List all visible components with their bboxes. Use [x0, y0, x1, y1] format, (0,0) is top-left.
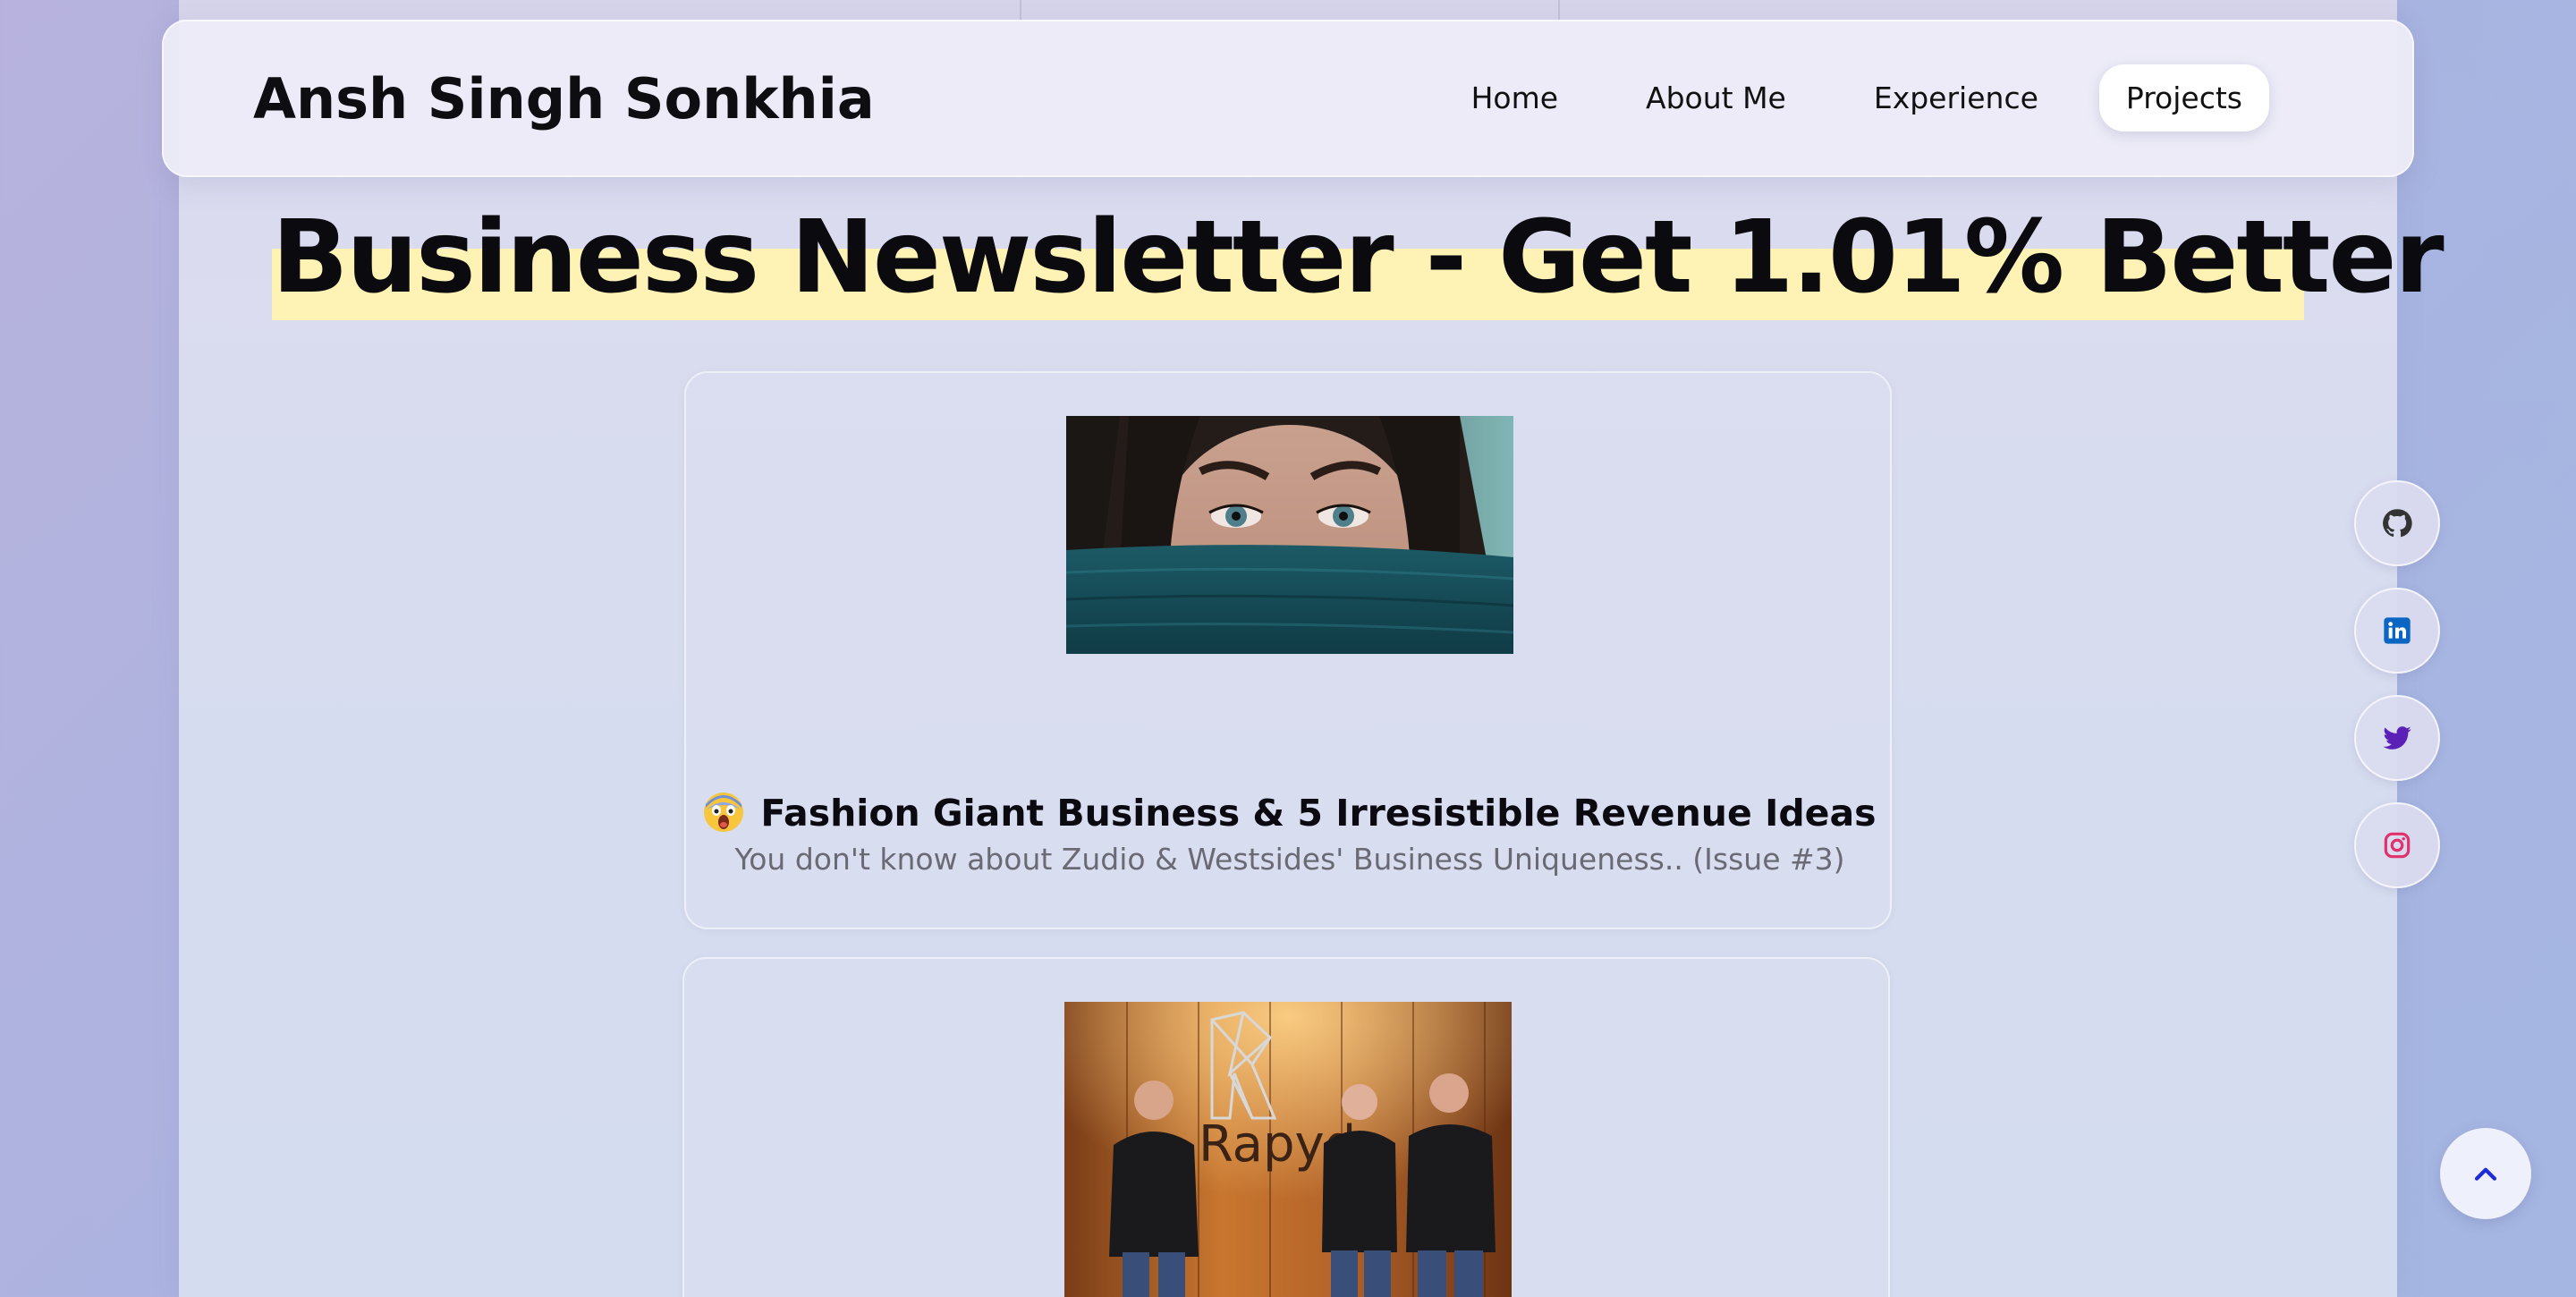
nav-home[interactable]: Home: [1445, 64, 1585, 131]
navbar: Ansh Singh Sonkhia Home About Me Experie…: [162, 20, 2414, 177]
github-icon: [2383, 509, 2412, 538]
post-title[interactable]: Fashion Giant Business & 5 Irresistible …: [686, 792, 1894, 835]
post-subtitle: You don't know about Zudio & Westsides' …: [734, 842, 1845, 877]
previous-section-edge: [179, 0, 2397, 21]
nav-about-me[interactable]: About Me: [1619, 64, 1813, 131]
page-title: Business Newsletter - Get 1.01% Better: [272, 199, 2445, 316]
twitter-link[interactable]: [2354, 695, 2440, 781]
twitter-icon: [2383, 726, 2411, 750]
post-thumbnail[interactable]: [1066, 416, 1513, 654]
newsletter-card[interactable]: Rapyd: [682, 957, 1890, 1297]
post-thumbnail[interactable]: Rapyd: [1064, 1002, 1512, 1297]
site-brand[interactable]: Ansh Singh Sonkhia: [253, 66, 875, 131]
instagram-icon: [2384, 832, 2411, 859]
github-link[interactable]: [2354, 480, 2440, 566]
nav-links: Home About Me Experience Projects: [1445, 64, 2269, 131]
instagram-link[interactable]: [2354, 802, 2440, 888]
nav-experience[interactable]: Experience: [1847, 64, 2065, 131]
linkedin-icon: [2384, 617, 2411, 644]
linkedin-link[interactable]: [2354, 588, 2440, 674]
page-title-wrap: Business Newsletter - Get 1.01% Better: [272, 195, 2445, 320]
face-screaming-in-fear-icon: [703, 792, 744, 833]
post-title-text: Fashion Giant Business & 5 Irresistible …: [760, 792, 1877, 835]
newsletter-card[interactable]: Fashion Giant Business & 5 Irresistible …: [684, 371, 1892, 929]
rapyd-team-photo: Rapyd: [1064, 1002, 1512, 1297]
previous-card-edge: [1020, 0, 1560, 20]
back-to-top-button[interactable]: [2440, 1128, 2531, 1219]
nav-projects[interactable]: Projects: [2098, 64, 2269, 131]
woman-eyes-photo: [1066, 416, 1513, 654]
chevron-up-icon: [2474, 1167, 2497, 1181]
